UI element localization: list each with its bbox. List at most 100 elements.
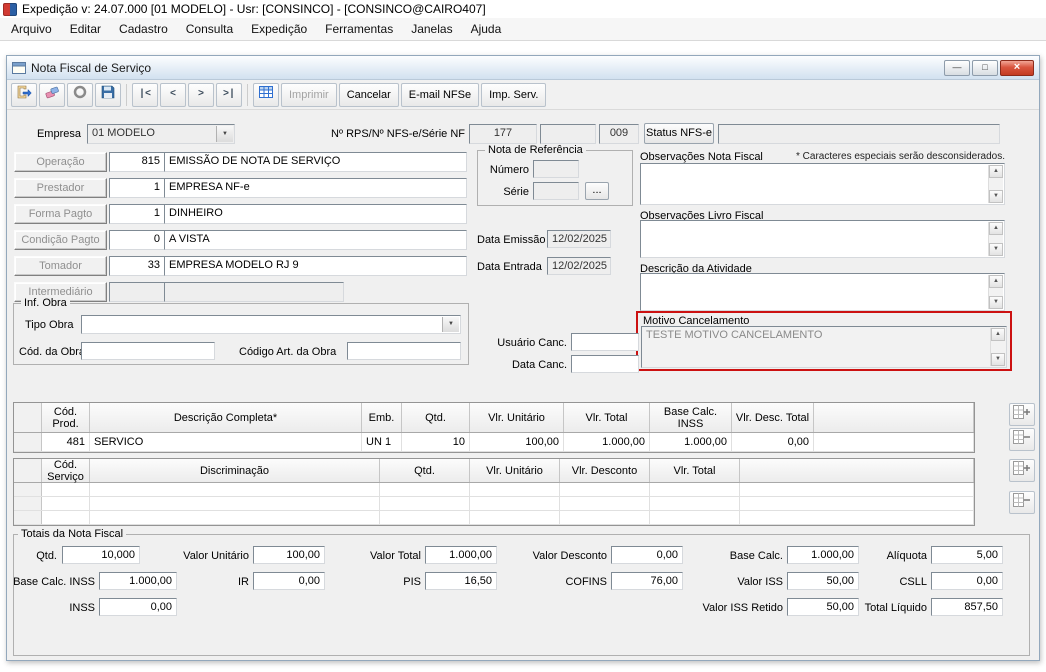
cod-art-obra-field[interactable]	[347, 342, 461, 360]
forma-pagto-desc-field[interactable]: DINHEIRO	[164, 204, 467, 224]
valor-unitario-field[interactable]: 100,00	[253, 546, 325, 564]
forma-pagto-button[interactable]: Forma Pagto	[14, 204, 107, 224]
clear-button[interactable]	[39, 82, 65, 107]
nav-last-button[interactable]: >|	[216, 82, 242, 107]
qtd-total-field[interactable]: 10,000	[62, 546, 140, 564]
header-vlr-total[interactable]: Vlr. Total	[564, 403, 650, 432]
tomador-desc-field[interactable]: EMPRESA MODELO RJ 9	[164, 256, 467, 276]
close-button[interactable]: ×	[1000, 59, 1034, 76]
nav-first-button[interactable]: |<	[132, 82, 158, 107]
product-row[interactable]: 481 SERVICO UN 1 10 100,00 1.000,00 1.00…	[14, 433, 974, 452]
minimize-button[interactable]: —	[944, 59, 970, 76]
menu-ajuda[interactable]: Ajuda	[462, 18, 511, 40]
product-remove-row-button[interactable]	[1009, 428, 1035, 451]
scroll-down-icon[interactable]: ▼	[989, 296, 1003, 309]
header-qtd[interactable]: Qtd.	[380, 459, 470, 482]
base-calc-field[interactable]: 1.000,00	[787, 546, 859, 564]
intermediario-code-field[interactable]	[109, 282, 165, 302]
scroll-up-icon[interactable]: ▲	[991, 328, 1005, 341]
serie-field[interactable]	[533, 182, 579, 200]
scrollbar[interactable]: ▲ ▼	[990, 328, 1005, 366]
cancelar-button[interactable]: Cancelar	[338, 82, 399, 107]
header-emb[interactable]: Emb.	[362, 403, 402, 432]
menu-editar[interactable]: Editar	[61, 18, 110, 40]
menu-ferramentas[interactable]: Ferramentas	[316, 18, 402, 40]
serie-browse-button[interactable]: ...	[585, 182, 609, 200]
service-row-empty[interactable]	[14, 511, 974, 525]
forma-pagto-code-field[interactable]: 1	[109, 204, 165, 224]
operacao-button[interactable]: Operação	[14, 152, 107, 172]
operacao-desc-field[interactable]: EMISSÃO DE NOTA DE SERVIÇO	[164, 152, 467, 172]
scrollbar[interactable]: ▲ ▼	[988, 165, 1003, 203]
service-row-empty[interactable]	[14, 497, 974, 511]
data-canc-field[interactable]	[571, 355, 639, 373]
maximize-button[interactable]: □	[972, 59, 998, 76]
tomador-code-field[interactable]: 33	[109, 256, 165, 276]
nav-prev-button[interactable]: <	[160, 82, 186, 107]
scroll-up-icon[interactable]: ▲	[989, 222, 1003, 235]
usuario-canc-field[interactable]	[571, 333, 639, 351]
total-liquido-field[interactable]: 857,50	[931, 598, 1003, 616]
status-nfse-field[interactable]	[718, 124, 1000, 144]
menu-consulta[interactable]: Consulta	[177, 18, 242, 40]
prestador-code-field[interactable]: 1	[109, 178, 165, 198]
prestador-desc-field[interactable]: EMPRESA NF-e	[164, 178, 467, 198]
scroll-down-icon[interactable]: ▼	[989, 243, 1003, 256]
motivo-cancelamento-memo[interactable]: TESTE MOTIVO CANCELAMENTO ▲ ▼	[641, 326, 1007, 368]
valor-iss-field[interactable]: 50,00	[787, 572, 859, 590]
scroll-down-icon[interactable]: ▼	[989, 190, 1003, 203]
service-remove-row-button[interactable]	[1009, 491, 1035, 514]
menu-expedicao[interactable]: Expedição	[242, 18, 316, 40]
obs-livro-fiscal-memo[interactable]: ▲ ▼	[640, 220, 1005, 258]
header-vlr-total[interactable]: Vlr. Total	[650, 459, 740, 482]
scrollbar[interactable]: ▲ ▼	[988, 275, 1003, 309]
header-base-calc-inss[interactable]: Base Calc. INSS	[650, 403, 732, 432]
menu-arquivo[interactable]: Arquivo	[2, 18, 61, 40]
pis-field[interactable]: 16,50	[425, 572, 497, 590]
condicao-pagto-code-field[interactable]: 0	[109, 230, 165, 250]
inss-field[interactable]: 0,00	[99, 598, 177, 616]
intermediario-desc-field[interactable]	[164, 282, 344, 302]
serie-nf-field[interactable]: 009	[599, 124, 639, 144]
operacao-code-field[interactable]: 815	[109, 152, 165, 172]
tipo-obra-combo[interactable]: ▼	[81, 315, 461, 334]
menu-cadastro[interactable]: Cadastro	[110, 18, 177, 40]
header-discriminacao[interactable]: Discriminação	[90, 459, 380, 482]
scrollbar[interactable]: ▲ ▼	[988, 222, 1003, 256]
email-nfse-button[interactable]: E-mail NFSe	[400, 82, 480, 107]
ir-field[interactable]: 0,00	[253, 572, 325, 590]
scroll-up-icon[interactable]: ▲	[989, 165, 1003, 178]
record-button[interactable]	[67, 82, 93, 107]
condicao-pagto-button[interactable]: Condição Pagto	[14, 230, 107, 250]
menu-janelas[interactable]: Janelas	[402, 18, 461, 40]
imp-serv-button[interactable]: Imp. Serv.	[481, 82, 547, 107]
csll-field[interactable]: 0,00	[931, 572, 1003, 590]
save-button[interactable]	[95, 82, 121, 107]
header-vlr-unitario[interactable]: Vlr. Unitário	[470, 403, 564, 432]
tomador-button[interactable]: Tomador	[14, 256, 107, 276]
product-add-row-button[interactable]	[1009, 403, 1035, 426]
data-entrada-field[interactable]: 12/02/2025	[547, 257, 611, 275]
scroll-down-icon[interactable]: ▼	[991, 353, 1005, 366]
empresa-combo[interactable]: 01 MODELO ▼	[87, 124, 235, 144]
header-descricao[interactable]: Descrição Completa*	[90, 403, 362, 432]
header-vlr-desc-total[interactable]: Vlr. Desc. Total	[732, 403, 814, 432]
prestador-button[interactable]: Prestador	[14, 178, 107, 198]
exit-button[interactable]	[11, 82, 37, 107]
header-vlr-unitario[interactable]: Vlr. Unitário	[470, 459, 560, 482]
aliquota-field[interactable]: 5,00	[931, 546, 1003, 564]
header-cod-prod[interactable]: Cód. Prod.	[42, 403, 90, 432]
valor-total-field[interactable]: 1.000,00	[425, 546, 497, 564]
header-cod-servico[interactable]: Cód. Serviço	[42, 459, 90, 483]
header-vlr-desconto[interactable]: Vlr. Desconto	[560, 459, 650, 482]
status-nfse-button[interactable]: Status NFS-e	[644, 123, 714, 144]
nav-next-button[interactable]: >	[188, 82, 214, 107]
chevron-down-icon[interactable]: ▼	[442, 317, 459, 332]
descricao-atividade-memo[interactable]: ▲ ▼	[640, 273, 1005, 311]
scroll-up-icon[interactable]: ▲	[989, 275, 1003, 288]
browse-grid-button[interactable]	[253, 82, 279, 107]
valor-desconto-field[interactable]: 0,00	[611, 546, 683, 564]
window-titlebar[interactable]: Nota Fiscal de Serviço — □ ×	[7, 56, 1039, 80]
service-add-row-button[interactable]	[1009, 459, 1035, 482]
numero-field[interactable]	[533, 160, 579, 178]
